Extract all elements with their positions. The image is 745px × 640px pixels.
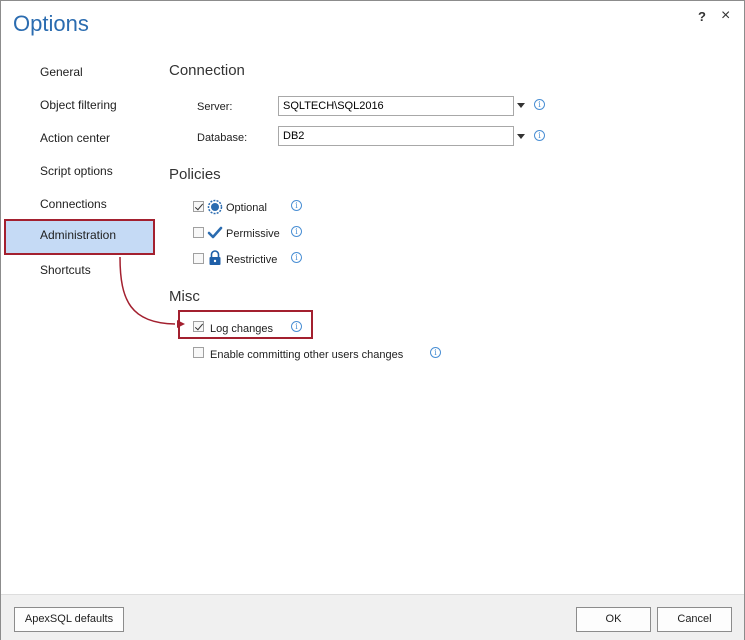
cancel-button[interactable]: Cancel bbox=[657, 607, 732, 632]
enable-committing-checkbox[interactable] bbox=[193, 347, 204, 358]
server-label: Server: bbox=[197, 101, 233, 113]
close-button[interactable]: × bbox=[721, 7, 730, 25]
nav-item-object-filtering[interactable]: Object filtering bbox=[4, 89, 155, 122]
footer-bar: ApexSQL defaults OK Cancel bbox=[1, 594, 744, 640]
restrictive-label: Restrictive bbox=[226, 254, 278, 266]
permissive-label: Permissive bbox=[226, 228, 280, 240]
restrictive-checkbox[interactable] bbox=[193, 253, 204, 264]
permissive-info-icon[interactable]: i bbox=[291, 226, 302, 237]
database-label: Database: bbox=[197, 132, 248, 144]
server-dropdown-icon[interactable] bbox=[517, 103, 525, 108]
connection-heading: Connection bbox=[169, 62, 245, 79]
restrictive-info-icon[interactable]: i bbox=[291, 252, 302, 263]
optional-checkbox[interactable] bbox=[193, 201, 204, 212]
misc-heading: Misc bbox=[169, 288, 200, 305]
window-title: Options bbox=[13, 11, 89, 36]
checkmark-icon bbox=[207, 226, 223, 239]
database-info-icon[interactable]: i bbox=[534, 130, 545, 141]
log-changes-checkbox[interactable] bbox=[193, 321, 204, 332]
optional-info-icon[interactable]: i bbox=[291, 200, 302, 211]
nav-item-administration[interactable]: Administration bbox=[4, 219, 155, 255]
database-combo[interactable]: DB2 bbox=[278, 126, 514, 146]
lock-icon bbox=[209, 250, 221, 265]
log-changes-info-icon[interactable]: i bbox=[291, 321, 302, 332]
options-window: Options ? × General Object filtering Act… bbox=[0, 0, 745, 640]
nav-item-connections[interactable]: Connections bbox=[4, 188, 155, 221]
database-dropdown-icon[interactable] bbox=[517, 134, 525, 139]
enable-committing-label: Enable committing other users changes bbox=[210, 349, 404, 361]
apexsql-defaults-button[interactable]: ApexSQL defaults bbox=[14, 607, 124, 632]
server-combo[interactable]: SQLTECH\SQL2016 bbox=[278, 96, 514, 116]
nav-item-general[interactable]: General bbox=[4, 56, 155, 89]
log-changes-label: Log changes bbox=[210, 323, 273, 335]
enable-committing-info-icon[interactable]: i bbox=[430, 347, 441, 358]
policies-heading: Policies bbox=[169, 166, 221, 183]
optional-label: Optional bbox=[226, 202, 267, 214]
help-button[interactable]: ? bbox=[698, 9, 706, 24]
nav-item-script-options[interactable]: Script options bbox=[4, 155, 155, 188]
server-info-icon[interactable]: i bbox=[534, 99, 545, 110]
nav-item-action-center[interactable]: Action center bbox=[4, 122, 155, 155]
ok-button[interactable]: OK bbox=[576, 607, 651, 632]
optional-circle-icon bbox=[207, 199, 223, 215]
permissive-checkbox[interactable] bbox=[193, 227, 204, 238]
